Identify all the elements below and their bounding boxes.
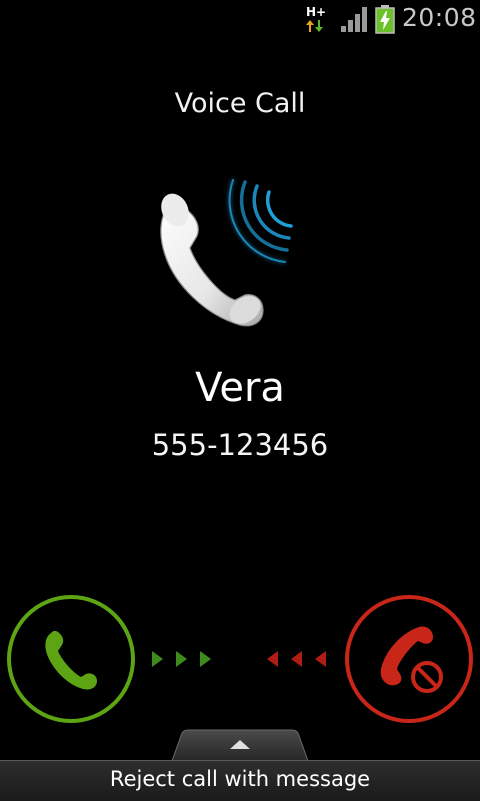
phone-reject-icon: [380, 626, 443, 693]
reject-message-label: Reject call with message: [109, 767, 371, 791]
network-type-label: H+: [306, 5, 326, 19]
signal-strength-icon: [341, 7, 367, 32]
answer-call-button[interactable]: [7, 595, 135, 723]
caller-name: Vera: [195, 365, 285, 411]
ringing-waves-icon: [228, 178, 293, 264]
battery-charging-icon: [375, 5, 395, 34]
swipe-right-arrows: [152, 651, 211, 667]
status-bar: H+ 20:08: [0, 0, 480, 38]
reject-message-handle[interactable]: [172, 729, 308, 761]
caller-number: 555-123456: [151, 428, 329, 462]
reject-message-bar[interactable]: Reject call with message: [0, 760, 480, 801]
incoming-call-graphic: [160, 178, 293, 327]
phone-answer-icon: [45, 630, 97, 690]
swipe-left-arrows: [267, 651, 326, 667]
status-time: 20:08: [402, 3, 477, 32]
handset-icon: [160, 193, 264, 327]
call-type-label: Voice Call: [174, 88, 306, 119]
reject-call-button[interactable]: [345, 595, 473, 723]
network-hplus-icon: H+: [306, 5, 326, 32]
